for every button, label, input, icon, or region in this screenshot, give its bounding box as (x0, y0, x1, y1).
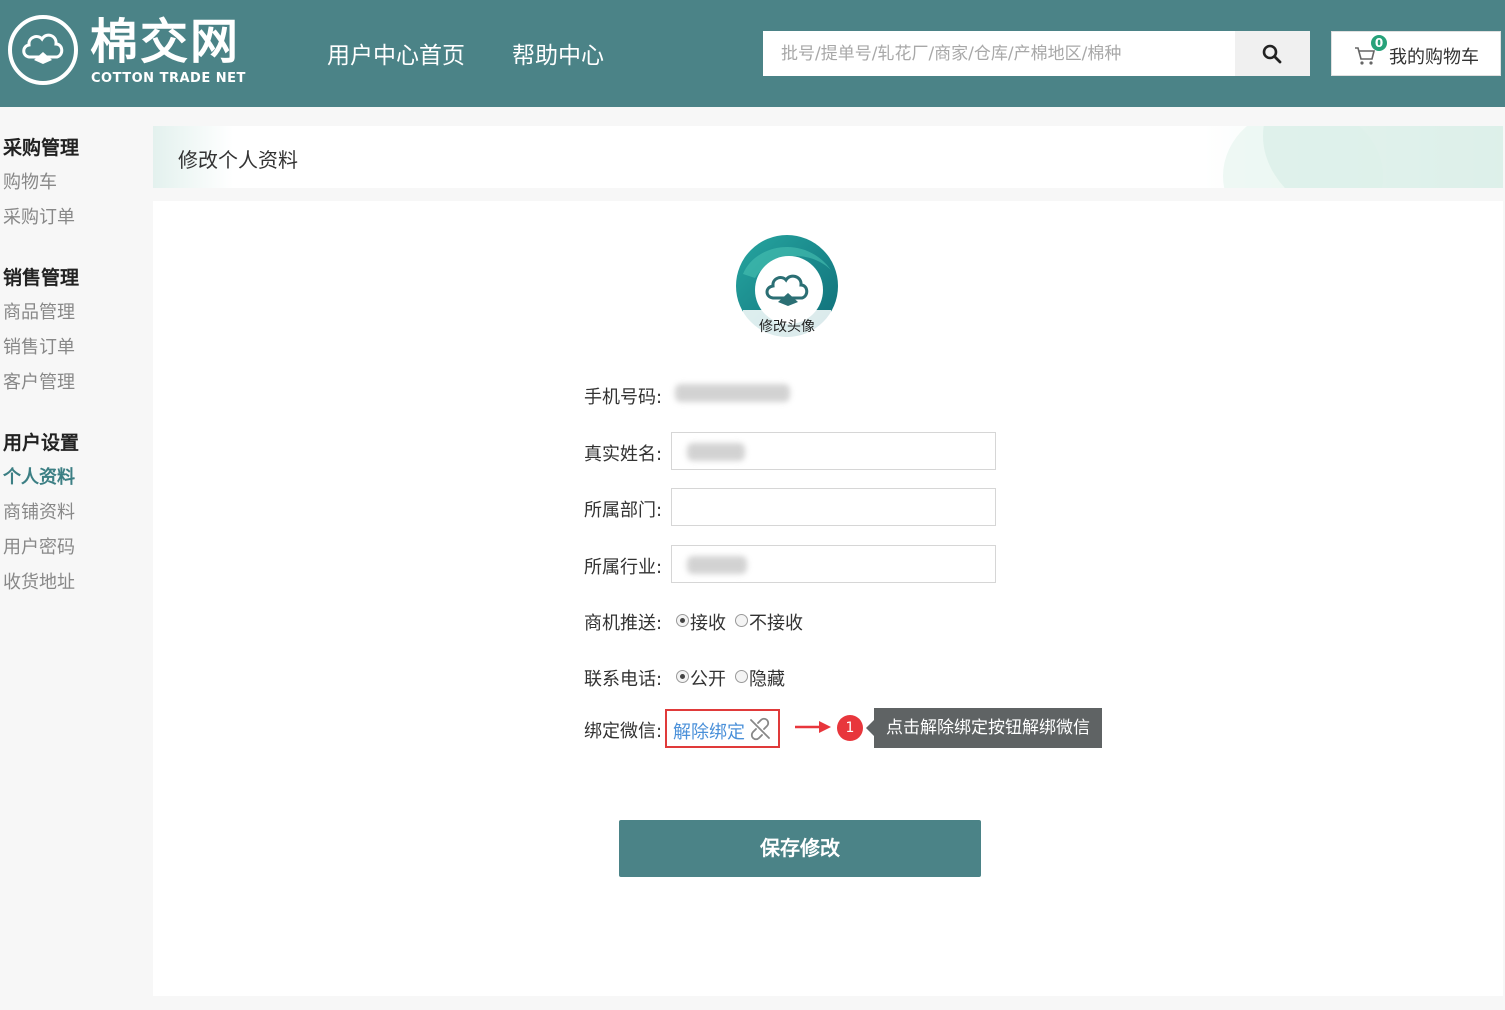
sidebar-group-user-settings: 用户设置 (3, 432, 80, 454)
contact-hidden-label: 隐藏 (749, 669, 785, 690)
industry-label: 所属行业: (584, 557, 663, 578)
name-label: 真实姓名: (584, 444, 663, 465)
sidebar-item-password[interactable]: 用户密码 (3, 533, 75, 559)
search-icon (1262, 44, 1282, 64)
profile-form-panel: 修改头像 手机号码: 真实姓名: 所属部门: 所属行业: 商机推送: 接收 不接… (153, 201, 1503, 996)
cart-icon (1355, 47, 1376, 65)
sidebar-item-products[interactable]: 商品管理 (3, 298, 75, 324)
sidebar-item-cart[interactable]: 购物车 (3, 168, 57, 194)
unbind-text: 解除绑定 (673, 722, 745, 743)
sidebar-item-address[interactable]: 收货地址 (3, 568, 75, 594)
contact-label: 联系电话: (584, 669, 663, 690)
annotation-tooltip: 点击解除绑定按钮解绑微信 (866, 708, 1102, 748)
push-label: 商机推送: (584, 613, 663, 634)
sidebar-item-sales-orders[interactable]: 销售订单 (3, 333, 75, 359)
sidebar-item-profile[interactable]: 个人资料 (3, 463, 75, 489)
sidebar-group-purchase: 采购管理 (3, 137, 80, 159)
sidebar-item-purchase-orders[interactable]: 采购订单 (3, 203, 75, 229)
search-box (763, 31, 1310, 76)
cart-count-badge: 0 (1371, 35, 1387, 51)
wechat-label: 绑定微信: (584, 721, 663, 742)
step-badge: 1 (837, 715, 863, 741)
department-label: 所属部门: (584, 500, 663, 521)
contact-public-label: 公开 (690, 669, 726, 690)
sidebar-group-sales: 销售管理 (3, 267, 80, 289)
arrow-left-icon (795, 721, 831, 733)
push-reject-label: 不接收 (749, 613, 803, 634)
top-header: 棉交网 COTTON TRADE NET 用户中心首页 帮助中心 0 我的购物车 (0, 0, 1505, 107)
avatar-edit-label: 修改头像 (759, 319, 815, 335)
phone-label: 手机号码: (584, 387, 663, 408)
contact-hidden-radio[interactable] (735, 670, 748, 683)
department-field[interactable] (671, 488, 996, 526)
industry-field[interactable] (671, 545, 996, 583)
unbind-wechat-button[interactable]: 解除绑定 (665, 709, 780, 748)
logo-text[interactable]: 棉交网 (90, 12, 240, 72)
push-reject-radio[interactable] (735, 614, 748, 627)
push-accept-radio[interactable] (676, 614, 689, 627)
unlink-icon (750, 717, 770, 741)
logo-subtitle: COTTON TRADE NET (91, 71, 246, 86)
avatar-upload[interactable]: 修改头像 (735, 234, 839, 338)
sidebar-item-customers[interactable]: 客户管理 (3, 368, 75, 394)
cart-button[interactable]: 0 我的购物车 (1331, 31, 1501, 76)
cart-label: 我的购物车 (1389, 47, 1479, 68)
name-field[interactable] (671, 432, 996, 470)
page-title: 修改个人资料 (178, 148, 298, 172)
save-button[interactable]: 保存修改 (619, 820, 981, 877)
page-title-bar: 修改个人资料 (153, 126, 1503, 188)
logo-cotton-icon[interactable] (8, 15, 78, 85)
search-input[interactable] (763, 31, 1235, 76)
title-decoration (1263, 126, 1503, 188)
nav-help-center[interactable]: 帮助中心 (512, 40, 604, 72)
nav-user-center-home[interactable]: 用户中心首页 (327, 40, 465, 72)
push-accept-label: 接收 (690, 613, 726, 634)
contact-public-radio[interactable] (676, 670, 689, 683)
search-button[interactable] (1235, 31, 1310, 76)
sidebar-item-shop-info[interactable]: 商铺资料 (3, 498, 75, 524)
